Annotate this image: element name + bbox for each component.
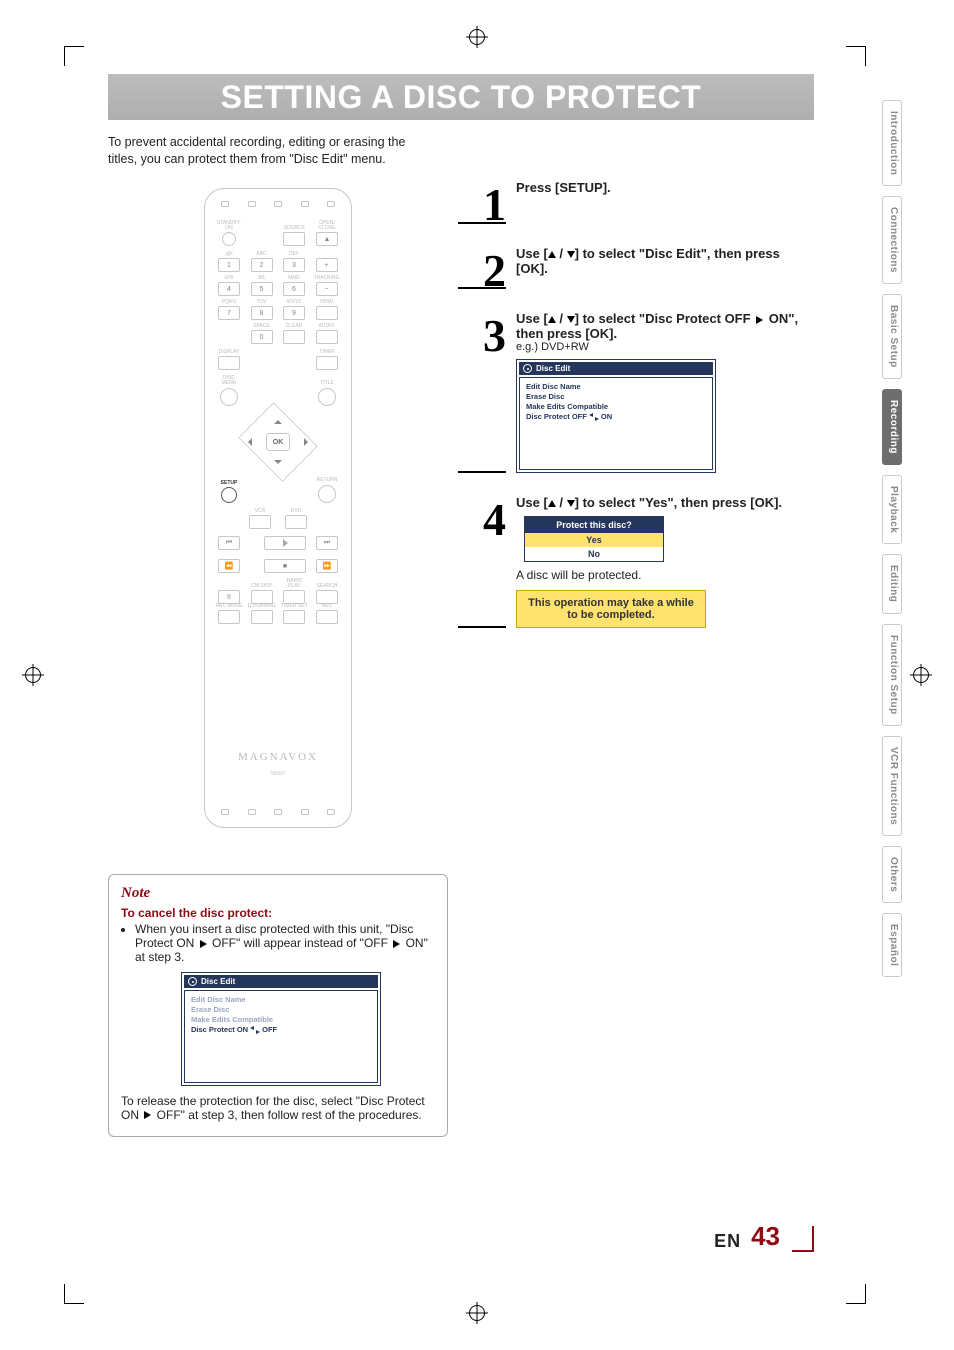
dialog-yes: Yes (525, 533, 663, 547)
dialog-no: No (525, 547, 663, 561)
disc-icon (523, 364, 532, 373)
note-bullet: When you insert a disc protected with th… (135, 922, 435, 964)
tab-español[interactable]: Español (882, 913, 902, 977)
step-2: 2 Use [ / ] to select "Disc Edit", then … (458, 246, 814, 289)
tab-editing[interactable]: Editing (882, 554, 902, 613)
operation-warning: This operation may take a while to be co… (516, 590, 706, 628)
arrow-right-icon (144, 1111, 151, 1119)
note-box: Note To cancel the disc protect: When yo… (108, 874, 448, 1137)
arrow-down-icon (567, 316, 575, 323)
page-title: SETTING A DISC TO PROTECT (221, 79, 702, 116)
step-4: 4 Use [ / ] to select "Yes", then press … (458, 495, 814, 628)
remote-brand: MAGNAVOX (205, 751, 351, 763)
footer-page-number: 43 (751, 1221, 780, 1252)
step-1: 1 Press [SETUP]. (458, 180, 814, 223)
page-title-bar: SETTING A DISC TO PROTECT (108, 74, 814, 120)
tab-recording[interactable]: Recording (882, 389, 902, 465)
tab-playback[interactable]: Playback (882, 475, 902, 544)
tab-vcr-functions[interactable]: VCR Functions (882, 736, 902, 836)
note-sub: To cancel the disc protect: (121, 906, 435, 920)
arrow-down-icon (567, 251, 575, 258)
swap-icon (589, 414, 599, 420)
tab-others[interactable]: Others (882, 846, 902, 903)
step4-caption: A disc will be protected. (516, 568, 814, 582)
step3-example: e.g.) DVD+RW (516, 341, 814, 353)
tab-function-setup[interactable]: Function Setup (882, 624, 902, 726)
note-after: To release the protection for the disc, … (121, 1094, 435, 1122)
arrow-up-icon (548, 251, 556, 258)
footer-lang: EN (714, 1231, 741, 1252)
step-3: 3 Use [ / ] to select "Disc Protect OFF … (458, 311, 814, 473)
tab-connections[interactable]: Connections (882, 196, 902, 284)
note-heading: Note (121, 885, 435, 902)
swap-icon (250, 1027, 260, 1033)
tab-basic-setup[interactable]: Basic Setup (882, 294, 902, 379)
arrow-right-icon (200, 940, 207, 948)
disc-icon (188, 977, 197, 986)
remote-illustration: STANDBY-ON SOURCE OPEN/ CLOSE▲ .@/:1ABC2… (204, 188, 352, 828)
step3-osd: Disc Edit Edit Disc Name Erase Disc Make… (516, 359, 716, 473)
intro-text: To prevent accidental recording, editing… (108, 134, 428, 168)
arrow-down-icon (567, 500, 575, 507)
setup-button-highlight: SETUP (215, 481, 243, 503)
note-osd: Disc Edit Edit Disc Name Erase Disc Make… (181, 972, 381, 1086)
side-tabs: Introduction Connections Basic Setup Record… (882, 100, 902, 977)
tab-introduction[interactable]: Introduction (882, 100, 902, 186)
page-footer: EN 43 (714, 1221, 814, 1252)
arrow-right-icon (393, 940, 400, 948)
protect-dialog: Protect this disc? Yes No (524, 516, 664, 562)
arrow-up-icon (548, 500, 556, 507)
arrow-up-icon (548, 316, 556, 323)
remote-model: NB887 (205, 771, 351, 777)
arrow-right-icon (756, 316, 763, 324)
